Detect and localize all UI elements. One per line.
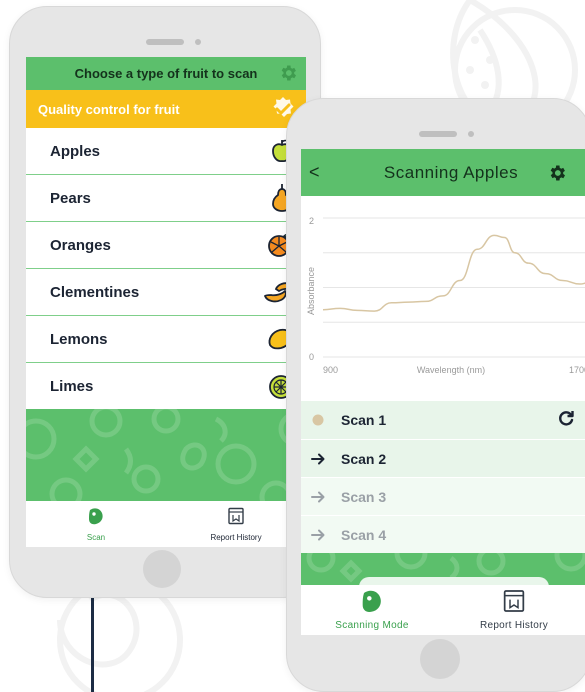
- y-axis-label: Absorbance: [306, 267, 316, 315]
- fruit-item-oranges[interactable]: Oranges: [26, 222, 306, 269]
- speaker: [146, 39, 184, 45]
- fruit-item-apples[interactable]: Apples: [26, 128, 306, 175]
- connector-line: [91, 596, 94, 692]
- tab-label: Scanning Mode: [335, 620, 409, 631]
- tab-label: Report History: [210, 532, 262, 542]
- fruit-label: Apples: [50, 142, 101, 160]
- fruit-label: Pears: [50, 189, 91, 207]
- fruit-label: Oranges: [50, 236, 111, 254]
- camera: [468, 131, 474, 137]
- scan-label: Scan 1: [341, 412, 387, 428]
- scan-item-1[interactable]: Scan 1: [301, 401, 585, 439]
- left-tab-bar: Scan Report History: [26, 501, 306, 547]
- fruit-list: Apples Pears Oranges Clementines Lemons …: [26, 128, 306, 410]
- header-title: Choose a type of fruit to scan: [74, 66, 258, 81]
- gear-icon[interactable]: [278, 63, 298, 86]
- right-tab-bar: Scanning Mode Report History: [301, 585, 585, 635]
- x-tick-label: 900: [323, 365, 338, 375]
- report-icon: [227, 507, 245, 530]
- fruit-item-clementines[interactable]: Clementines: [26, 269, 306, 316]
- fruit-item-lemons[interactable]: Lemons: [26, 316, 306, 363]
- x-axis-label: Wavelength (nm): [417, 365, 485, 375]
- absorbance-series-line: [322, 234, 585, 312]
- right-phone-frame: < Scanning Apples Absorbance 2 0 900 170…: [286, 98, 585, 692]
- speaker: [419, 131, 457, 137]
- scan-label: Scan 2: [341, 450, 387, 467]
- tab-report-history[interactable]: Report History: [166, 501, 306, 547]
- scan-label: Scan 3: [341, 488, 387, 505]
- left-screen: Choose a type of fruit to scan Quality c…: [26, 57, 306, 547]
- scan-item-4[interactable]: Scan 4: [301, 515, 585, 553]
- fruit-pattern-background: [26, 409, 306, 501]
- scan-list: Scan 1 Scan 2 Scan 3 Scan 4: [301, 401, 585, 553]
- completed-dot-icon: [309, 414, 327, 426]
- home-button[interactable]: [143, 550, 181, 588]
- fruit-item-pears[interactable]: Pears: [26, 175, 306, 222]
- y-tick-label: 0: [309, 352, 314, 362]
- gear-icon[interactable]: [547, 163, 567, 188]
- arrow-right-icon: [309, 453, 327, 465]
- scan-item-2[interactable]: Scan 2: [301, 439, 585, 477]
- arrow-right-icon: [309, 491, 327, 503]
- back-button[interactable]: <: [309, 162, 320, 183]
- quality-control-banner: Quality control for fruit: [26, 90, 306, 128]
- scanning-header: < Scanning Apples: [301, 149, 585, 196]
- tab-report-history[interactable]: Report History: [443, 585, 585, 635]
- tab-scanning-mode[interactable]: Scanning Mode: [301, 585, 443, 635]
- refresh-icon[interactable]: [557, 409, 575, 430]
- fruit-pattern-background: [301, 553, 585, 587]
- fruit-item-limes[interactable]: Limes: [26, 363, 306, 410]
- header-title: Scanning Apples: [383, 162, 519, 182]
- camera: [195, 39, 201, 45]
- arrow-right-icon: [309, 529, 327, 541]
- scanner-icon: [360, 589, 384, 618]
- fruit-selection-header: Choose a type of fruit to scan: [26, 57, 306, 90]
- fruit-label: Clementines: [50, 283, 140, 301]
- fruit-label: Limes: [50, 378, 94, 395]
- fruit-label: Lemons: [50, 330, 108, 348]
- y-tick-label: 2: [309, 216, 314, 226]
- left-phone-frame: Choose a type of fruit to scan Quality c…: [9, 6, 321, 598]
- banner-text: Quality control for fruit: [38, 101, 180, 117]
- absorbance-chart: Absorbance 2 0 900 1700 Wavelength (nm): [301, 196, 585, 392]
- scan-item-3[interactable]: Scan 3: [301, 477, 585, 515]
- x-tick-label: 1700: [569, 365, 585, 375]
- chart-svg: Absorbance 2 0 900 1700 Wavelength (nm): [306, 216, 585, 375]
- report-icon: [502, 589, 526, 618]
- tab-scan[interactable]: Scan: [26, 501, 166, 547]
- scanner-icon: [87, 507, 105, 530]
- tab-label: Scan: [86, 532, 106, 542]
- home-button[interactable]: [420, 639, 460, 679]
- tab-label: Report History: [479, 620, 549, 631]
- right-screen: < Scanning Apples Absorbance 2 0 900 170…: [301, 149, 585, 635]
- scan-label: Scan 4: [341, 526, 387, 543]
